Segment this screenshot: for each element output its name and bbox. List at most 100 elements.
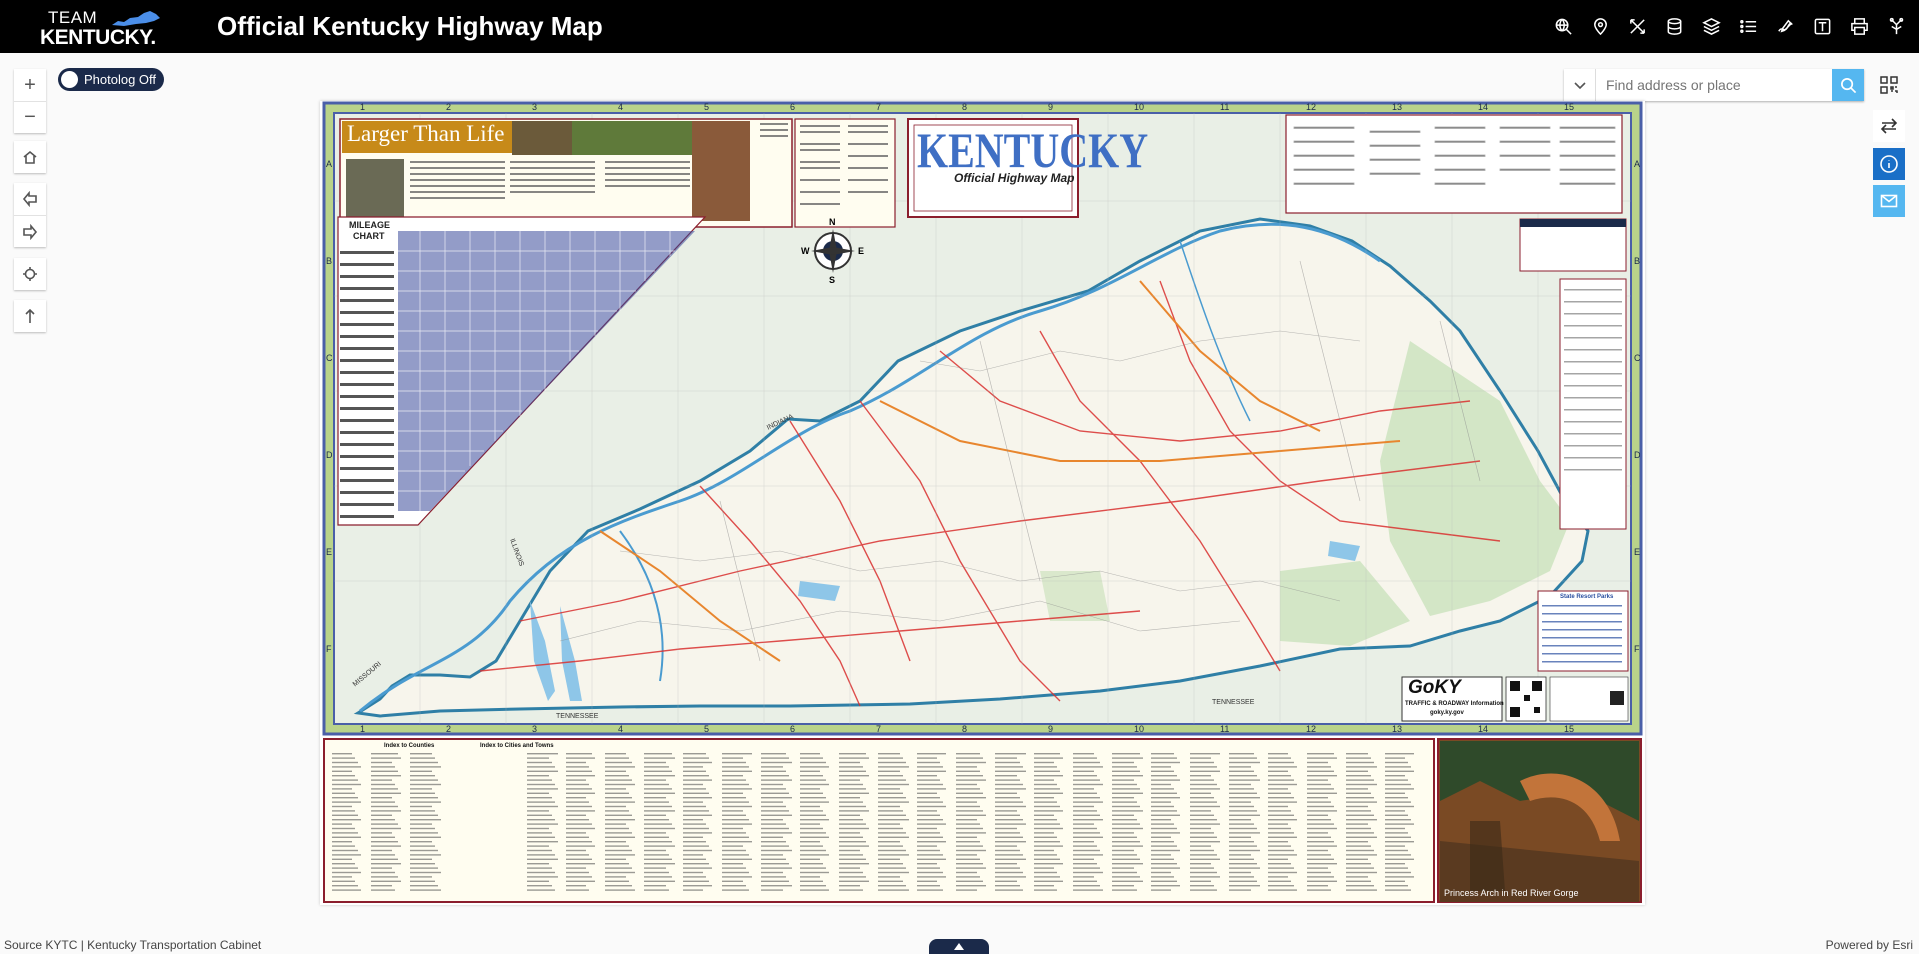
grid-col-label: 5 [704,102,709,112]
grid-col-label: 8 [962,724,967,734]
search-icon [1840,77,1856,93]
mail-icon [1880,194,1898,208]
grid-col-label: 13 [1392,102,1402,112]
goky-logo: GoKY [1408,677,1461,698]
search-widget [1564,69,1864,101]
grid-col-label: 14 [1478,102,1488,112]
database-icon [1667,18,1682,35]
grid-col-label: 11 [1220,724,1229,734]
chevron-up-icon [954,943,964,950]
grid-col-label: 1 [360,724,365,734]
index-counties-title: Index to Counties [384,743,435,749]
highway-map-image[interactable]: 1 1 2 2 3 3 4 4 5 5 6 6 7 7 8 8 9 9 10 10 11 11 12 12 13 13 14 14 15… [320,101,1645,905]
grid-row-label: F [326,644,332,654]
grid-row-label: A [326,159,332,169]
grid-row-label: D [1634,450,1641,460]
attribution-source: Source KYTC | Kentucky Transportation Ca… [4,938,262,952]
grid-row-label: B [1634,256,1640,266]
draw-icon [1778,19,1793,33]
grid-col-label: 3 [532,102,537,112]
zoom-out-button[interactable]: − [14,101,46,133]
data-button[interactable] [1662,14,1687,39]
home-button[interactable] [14,141,46,173]
compass-button[interactable] [14,300,46,332]
previous-extent-button[interactable] [14,183,46,247]
share-icon [1889,17,1904,35]
next-extent-button[interactable] [14,215,46,247]
grid-col-label: 4 [618,102,623,112]
app-header: TEAM KENTUCKY. Official Kentucky Highway… [0,0,1919,53]
grid-col-label: 3 [532,724,537,734]
goky-info: TRAFFIC & ROADWAY Information [1405,701,1504,707]
expand-panel-button[interactable] [1873,110,1905,142]
text-button[interactable] [1810,14,1835,39]
qr-code-button[interactable] [1873,69,1905,101]
expand-bottom-panel-button[interactable] [929,939,989,954]
arrow-left-icon [22,191,37,207]
search-source-dropdown[interactable] [1564,69,1596,101]
grid-col-label: 12 [1306,724,1316,734]
map-graphic: 1122334455667788991010111112121313141415… [322,101,1643,903]
info-icon [1880,155,1898,173]
label-tennessee-west: TENNESSEE [556,713,599,720]
toggle-knob [61,71,78,88]
zoom-in-button[interactable]: + [14,69,46,101]
app-title: Official Kentucky Highway Map [217,11,603,41]
mileage-chart-title: MILEAGE [349,220,391,230]
grid-row-label: A [1634,159,1640,169]
layers-button[interactable] [1699,14,1724,39]
grid-row-label: E [1634,547,1640,557]
search-input[interactable] [1596,69,1832,101]
zoom-controls: + − [14,69,46,133]
official-subtitle: Official Highway Map [954,171,1075,185]
draw-button[interactable] [1773,14,1798,39]
logo-top-text: TEAM [48,8,98,27]
attribution-esri: Powered by Esri [1825,938,1913,952]
info-button[interactable] [1873,148,1905,180]
grid-col-label: 9 [1048,724,1053,734]
grid-col-label: 7 [876,102,881,112]
compass-west: W [801,246,810,256]
map-pin-icon [1594,18,1607,36]
photolog-toggle[interactable]: Photolog Off [58,68,165,91]
print-button[interactable] [1847,14,1872,39]
goky-url: goky.ky.gov [1430,710,1464,716]
grid-row-label: B [326,256,332,266]
panel-title: Larger Than Life [347,121,505,146]
grid-col-label: 6 [790,102,795,112]
share-button[interactable] [1884,14,1909,39]
layers-icon [1702,18,1721,35]
grid-col-label: 12 [1306,102,1316,112]
grid-row-label: E [326,547,332,557]
grid-col-label: 2 [446,724,451,734]
grid-row-label: C [1634,353,1641,363]
locate-pin-button[interactable] [1588,14,1613,39]
grid-col-label: 5 [704,724,709,734]
compass-south: S [829,275,836,285]
grid-row-label: F [1634,644,1640,654]
globe-search-button[interactable] [1551,14,1576,39]
compass-north: N [829,217,836,227]
state-parks-title: State Resort Parks [1560,594,1614,600]
locate-button[interactable] [14,258,46,290]
grid-col-label: 11 [1220,102,1229,112]
grid-col-label: 4 [618,724,623,734]
team-kentucky-logo[interactable]: TEAM KENTUCKY. [40,7,166,49]
grid-col-label: 8 [962,102,967,112]
measure-button[interactable] [1625,14,1650,39]
chevron-down-icon [1573,82,1586,90]
grid-col-label: 1 [360,102,365,112]
arrow-right-icon [23,223,38,240]
grid-col-label: 13 [1392,724,1402,734]
grid-col-label: 14 [1478,724,1488,734]
print-icon [1851,18,1868,35]
search-button[interactable] [1832,69,1864,101]
contact-button[interactable] [1873,185,1905,217]
qr-code-icon [1880,76,1898,94]
text-icon [1814,18,1831,35]
grid-row-label: D [326,450,333,460]
grid-row-label: C [326,353,333,363]
legend-button[interactable] [1736,14,1761,39]
list-icon [1740,20,1757,33]
index-cities-title: Index to Cities and Towns [480,743,554,749]
